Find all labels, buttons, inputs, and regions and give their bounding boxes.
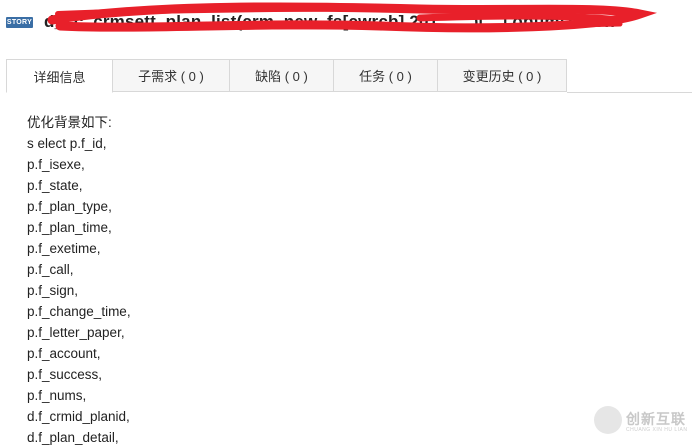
detail-content: 优化背景如下: s elect p.f_id, p.f_isexe, p.f_s… — [27, 112, 131, 448]
watermark-subtext: CHUANG XIN HU LIAN — [626, 427, 688, 433]
content-line: p.f_change_time, — [27, 304, 131, 319]
tab-change-history[interactable]: 变更历史 ( 0 ) — [438, 59, 567, 92]
content-line: p.f_call, — [27, 262, 74, 277]
watermark-text: 创新互联 — [626, 411, 686, 427]
content-line: p.f_letter_paper, — [27, 325, 125, 340]
content-line: p.f_plan_type, — [27, 199, 112, 214]
logo-icon — [594, 406, 622, 434]
redaction-scribble — [47, 2, 658, 33]
content-line: p.f_exetime, — [27, 241, 101, 256]
content-line: d.f_crmid_planid, — [27, 409, 130, 424]
content-line: p.f_state, — [27, 178, 83, 193]
watermark-logo: 创新互联 CHUANG XIN HU LIAN — [592, 402, 692, 444]
story-header: STORY d_cc_crmsett_plan_list(crm_new_fs[… — [0, 0, 692, 44]
tab-tasks[interactable]: 任务 ( 0 ) — [334, 59, 438, 92]
content-line: p.f_sign, — [27, 283, 79, 298]
content-line: s elect p.f_id, — [27, 136, 107, 151]
content-line: d.f_plan_detail, — [27, 430, 119, 445]
content-line: p.f_account, — [27, 346, 101, 361]
tab-defects[interactable]: 缺陷 ( 0 ) — [230, 59, 334, 92]
content-line: p.f_nums, — [27, 388, 87, 403]
content-line: p.f_success, — [27, 367, 103, 382]
content-line: 优化背景如下: — [27, 115, 112, 130]
tab-divider — [567, 92, 692, 93]
tab-details[interactable]: 详细信息 — [6, 59, 113, 93]
detail-tabs: 详细信息 子需求 ( 0 ) 缺陷 ( 0 ) 任务 ( 0 ) 变更历史 ( … — [6, 59, 567, 93]
content-line: p.f_plan_time, — [27, 220, 112, 235]
tab-sub-requirements[interactable]: 子需求 ( 0 ) — [113, 59, 230, 92]
content-line: p.f_isexe, — [27, 157, 85, 172]
